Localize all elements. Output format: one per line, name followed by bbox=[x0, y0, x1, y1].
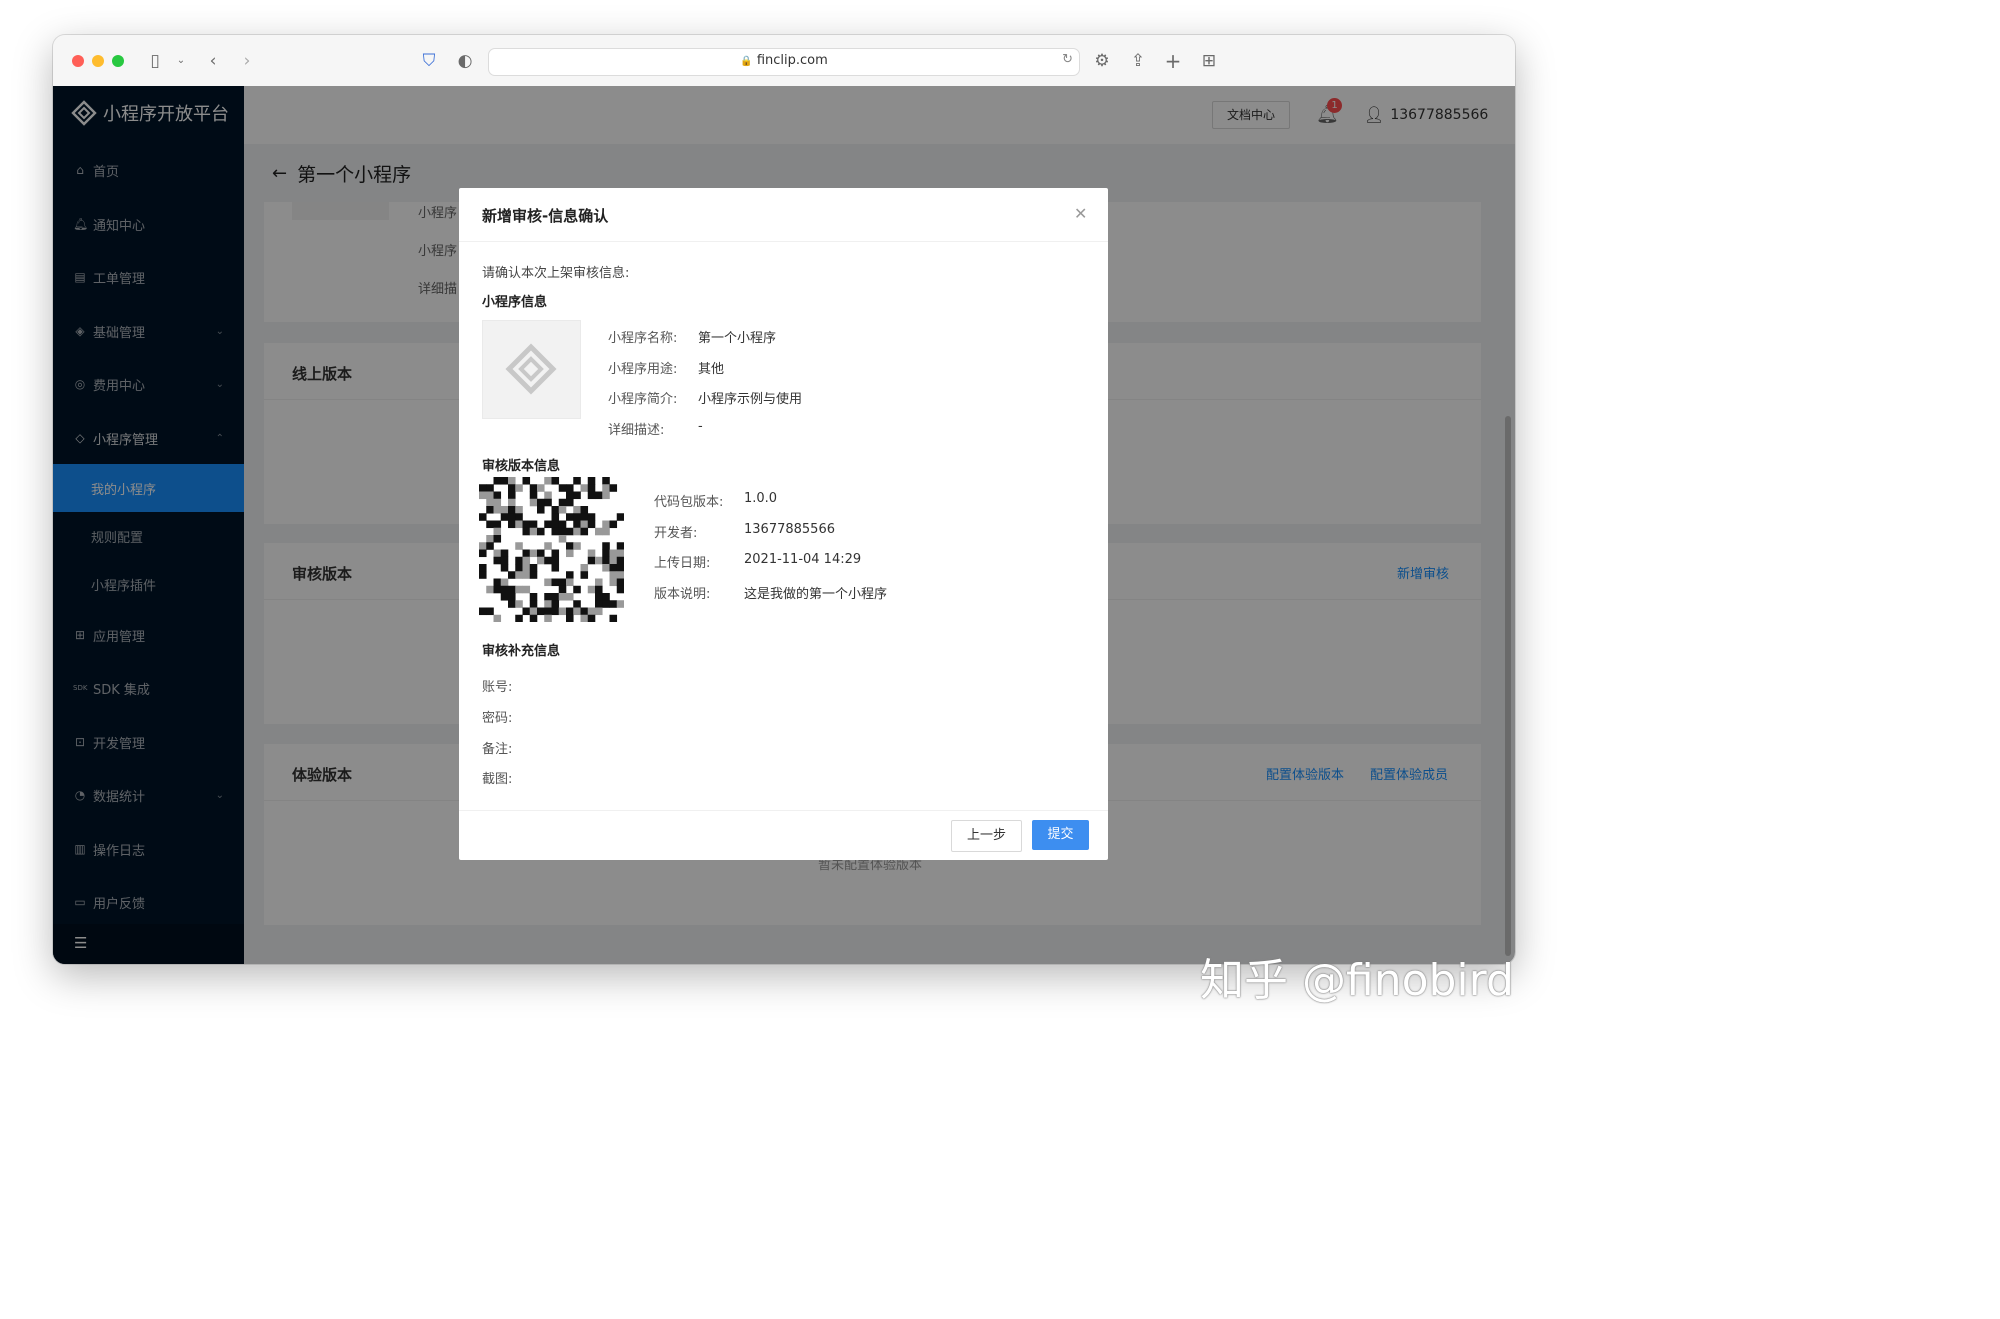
qr-code bbox=[479, 477, 624, 622]
app-logo-icon bbox=[505, 343, 557, 395]
submit-button[interactable]: 提交 bbox=[1032, 820, 1089, 850]
url-text: 🔒 finclip.com bbox=[740, 53, 828, 68]
app-purpose-value: 其他 bbox=[698, 362, 725, 377]
new-tab-icon[interactable]: + bbox=[1161, 49, 1185, 73]
tab-overview-icon[interactable]: ⊞ bbox=[1197, 49, 1221, 73]
extra-info-heading: 审核补充信息 bbox=[482, 644, 561, 659]
reload-icon[interactable]: ↻ bbox=[1062, 52, 1073, 67]
app-purpose-label: 小程序用途: bbox=[608, 362, 678, 377]
app-intro-value: 小程序示例与使用 bbox=[698, 392, 803, 407]
browser-window: ▯ ⌄ ‹ › ⛉ ◐ 🔒 finclip.com ↻ ⚙ ⇪ + ⊞ 小程序开… bbox=[53, 35, 1515, 964]
remark-label: 备注: bbox=[482, 742, 513, 757]
watermark: 知乎 @finobird bbox=[1200, 955, 1514, 1006]
app-name-value: 第一个小程序 bbox=[698, 331, 777, 346]
version-note-value: 这是我做的第一个小程序 bbox=[744, 587, 888, 602]
version-label: 代码包版本: bbox=[654, 495, 724, 510]
share-icon[interactable]: ⇪ bbox=[1126, 49, 1150, 73]
developer-label: 开发者: bbox=[654, 526, 698, 541]
app-desc-label: 详细描述: bbox=[608, 423, 665, 438]
gear-icon[interactable]: ⚙ bbox=[1090, 49, 1114, 73]
back-icon[interactable]: ‹ bbox=[201, 49, 225, 73]
minimize-window-button[interactable] bbox=[92, 55, 104, 67]
shield-icon[interactable]: ⛉ bbox=[417, 49, 441, 73]
app-icon bbox=[482, 320, 581, 419]
upload-date-label: 上传日期: bbox=[654, 556, 711, 571]
review-confirm-modal: 新增审核-信息确认 ✕ 请确认本次上架审核信息: 小程序信息 小程序名称: 第一… bbox=[459, 188, 1108, 860]
address-bar[interactable]: 🔒 finclip.com ↻ bbox=[488, 48, 1080, 76]
version-note-label: 版本说明: bbox=[654, 587, 711, 602]
privacy-icon[interactable]: ◐ bbox=[453, 49, 477, 73]
screenshot-label: 截图: bbox=[482, 772, 513, 787]
sidebar-toggle-icon[interactable]: ▯ bbox=[143, 49, 167, 73]
account-label: 账号: bbox=[482, 680, 513, 695]
zoom-window-button[interactable] bbox=[112, 55, 124, 67]
app-intro-label: 小程序简介: bbox=[608, 392, 678, 407]
app-name-label: 小程序名称: bbox=[608, 331, 678, 346]
close-window-button[interactable] bbox=[72, 55, 84, 67]
version-info-heading: 审核版本信息 bbox=[482, 459, 561, 474]
developer-value: 13677885566 bbox=[744, 522, 835, 537]
forward-icon[interactable]: › bbox=[235, 49, 259, 73]
modal-title: 新增审核-信息确认 bbox=[482, 207, 609, 225]
app-desc-value: - bbox=[698, 419, 703, 434]
app-info-heading: 小程序信息 bbox=[482, 295, 548, 310]
password-label: 密码: bbox=[482, 711, 513, 726]
version-value: 1.0.0 bbox=[744, 491, 778, 506]
chevron-down-icon[interactable]: ⌄ bbox=[169, 49, 193, 73]
prev-step-button[interactable]: 上一步 bbox=[951, 820, 1022, 852]
modal-intro: 请确认本次上架审核信息: bbox=[482, 266, 630, 281]
close-icon[interactable]: ✕ bbox=[1074, 204, 1087, 223]
upload-date-value: 2021-11-04 14:29 bbox=[744, 552, 862, 567]
browser-toolbar: ▯ ⌄ ‹ › ⛉ ◐ 🔒 finclip.com ↻ ⚙ ⇪ + ⊞ bbox=[53, 35, 1515, 87]
lock-icon: 🔒 bbox=[740, 56, 753, 67]
